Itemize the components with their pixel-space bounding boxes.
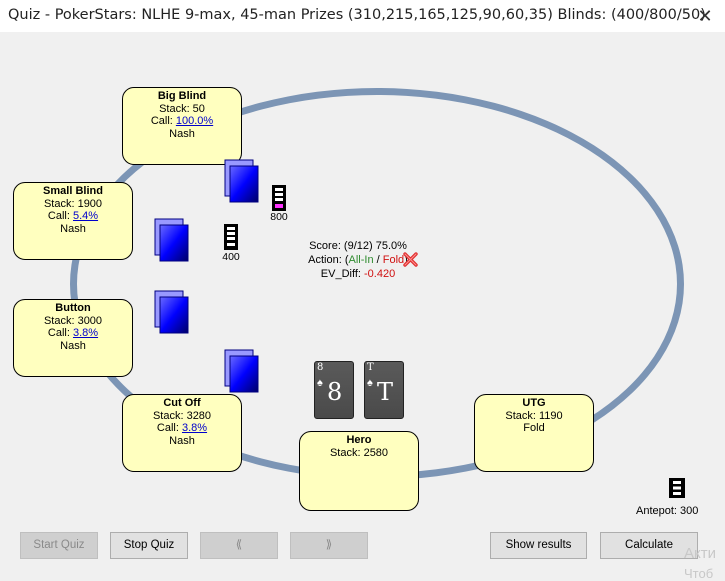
seat-name: UTG: [522, 397, 546, 409]
start-quiz-button[interactable]: Start Quiz: [20, 532, 98, 559]
card-back-icon: [154, 290, 189, 334]
bet-amount: 800: [270, 211, 288, 223]
seat-mode: Nash: [169, 127, 195, 140]
hero-card: 8 ♠ 8: [314, 361, 354, 419]
call-label: Call:: [47, 327, 73, 339]
seat-stack: Stack: 3280: [152, 409, 212, 422]
call-percent-link[interactable]: 100.0%: [176, 115, 213, 127]
seat-mode: Nash: [169, 434, 195, 447]
close-icon[interactable]: ✕: [693, 4, 717, 28]
card-back-icon: [224, 159, 259, 203]
card-rank: 8: [327, 378, 343, 406]
seat-call: Call: 3.8%: [14, 327, 132, 340]
stop-quiz-button[interactable]: Stop Quiz: [110, 532, 188, 559]
call-percent-link[interactable]: 3.8%: [73, 327, 98, 339]
card-rank: T: [377, 378, 394, 406]
spade-icon: ♠: [317, 377, 323, 389]
antepot-chip-icon: [669, 478, 685, 502]
action-label: Action: (: [308, 254, 349, 266]
wrong-answer-icon: [403, 252, 418, 267]
ev-value: -0.420: [364, 268, 396, 280]
activation-watermark: Акти: [684, 545, 716, 562]
score-line: Score: (9/12) 75.0%: [309, 240, 407, 252]
chip-stack-icon: [272, 185, 286, 211]
action-fold: Fold: [382, 254, 405, 266]
seat-name: Cut Off: [163, 397, 201, 409]
action-allin: All-In: [348, 254, 374, 266]
card-rank-corner: T: [367, 362, 374, 373]
call-label: Call:: [156, 422, 182, 434]
seat-name: Big Blind: [157, 90, 207, 102]
seat-utg: UTG Stack: 1190 Fold: [474, 394, 594, 472]
seat-button: Button Stack: 3000 Call: 3.8% Nash: [13, 299, 133, 377]
seat-call: Call: 3.8%: [123, 422, 241, 435]
seat-action: Fold: [523, 422, 545, 434]
card-rank-corner: 8: [317, 362, 324, 373]
call-label: Call:: [150, 115, 176, 127]
seat-call: Call: 5.4%: [14, 210, 132, 223]
card-back-icon: [154, 218, 189, 262]
seat-mode: Nash: [60, 222, 86, 235]
seat-stack: Stack: 3000: [43, 314, 103, 327]
action-separator: /: [373, 254, 383, 266]
seat-call: Call: 100.0%: [123, 115, 241, 128]
antepot-label: Antepot: 300: [636, 505, 699, 517]
call-percent-link[interactable]: 5.4%: [73, 210, 98, 222]
spade-icon: ♠: [367, 377, 373, 389]
card-back-icon: [224, 349, 259, 393]
seat-cut-off: Cut Off Stack: 3280 Call: 3.8% Nash: [122, 394, 242, 472]
call-label: Call:: [47, 210, 73, 222]
seat-stack: Stack: 2580: [329, 446, 389, 459]
ev-diff-line: EV_Diff: -0.420: [298, 267, 418, 281]
title-bar: Quiz - PokerStars: NLHE 9-max, 45-man Pr…: [0, 0, 725, 32]
hero-card: T ♠ T: [364, 361, 404, 419]
score-panel: Score: (9/12) 75.0% Action: (All-In / Fo…: [298, 239, 418, 281]
call-percent-link[interactable]: 3.8%: [182, 422, 207, 434]
seat-mode: Nash: [60, 339, 86, 352]
seat-name: Button: [55, 302, 91, 314]
seat-stack: Stack: 1190: [505, 409, 563, 422]
seat-hero: Hero Stack: 2580: [299, 431, 419, 511]
window-title: Quiz - PokerStars: NLHE 9-max, 45-man Pr…: [8, 7, 706, 23]
seat-small-blind: Small Blind Stack: 1900 Call: 5.4% Nash: [13, 182, 133, 260]
seat-stack: Stack: 50: [159, 102, 205, 115]
seat-name: Small Blind: [43, 185, 103, 197]
previous-button[interactable]: ⟪: [200, 532, 278, 559]
ev-label: EV_Diff:: [320, 268, 364, 280]
next-button[interactable]: ⟫: [290, 532, 368, 559]
bet-amount: 400: [222, 251, 240, 263]
show-results-button[interactable]: Show results: [490, 532, 587, 559]
chip-stack-icon: [224, 224, 238, 250]
activation-watermark-subtext: Чтоб: [684, 566, 714, 581]
seat-stack: Stack: 1900: [43, 197, 103, 210]
seat-name: Hero: [346, 434, 372, 446]
action-line: Action: (All-In / Fold): [298, 253, 418, 267]
seat-big-blind: Big Blind Stack: 50 Call: 100.0% Nash: [122, 87, 242, 165]
